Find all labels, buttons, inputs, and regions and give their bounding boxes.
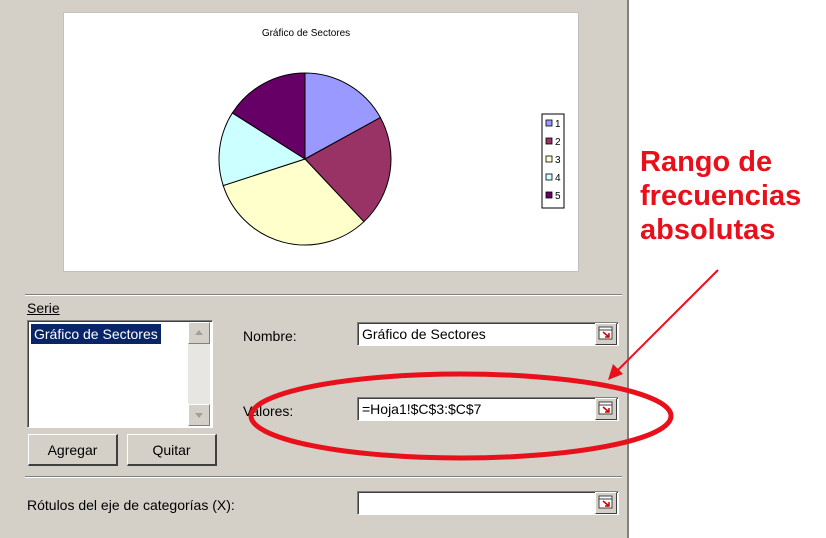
valores-field[interactable]: =Hoja1!$C$3:$C$7 — [357, 397, 619, 421]
quitar-button[interactable]: Quitar — [127, 434, 217, 466]
series-list[interactable]: Gráfico de Sectores — [27, 320, 213, 428]
nombre-label: Nombre: — [243, 328, 297, 344]
separator — [25, 294, 622, 296]
range-picker-icon — [598, 326, 613, 340]
serie-label-text: Serie — [27, 300, 60, 316]
annotation-line-2: frecuencias — [640, 180, 802, 212]
pie-slices — [218, 72, 392, 246]
legend-swatch-1 — [545, 119, 553, 127]
pie-chart: Gráfico de Sectores 1 2 3 4 5 — [218, 28, 565, 246]
annotation-line-3: absolutas — [640, 214, 776, 246]
chart-title: Gráfico de Sectores — [262, 28, 350, 39]
annotation-text: Rango de frecuencias absolutas — [640, 145, 801, 247]
rotulos-field[interactable] — [357, 491, 619, 515]
legend-label-4: 4 — [555, 173, 561, 184]
serie-label: Serie — [27, 300, 60, 316]
legend-swatch-3 — [545, 155, 553, 163]
legend-label-2: 2 — [555, 137, 561, 148]
legend-swatch-2 — [545, 137, 553, 145]
annotation-line-1: Rango de — [640, 146, 773, 178]
rotulos-label: Rótulos del eje de categorías (X): — [27, 497, 235, 513]
dialog-right-border — [627, 0, 630, 538]
legend-label-1: 1 — [555, 119, 561, 130]
scroll-down-button[interactable] — [188, 404, 210, 426]
legend-box — [541, 113, 565, 209]
range-picker-icon — [598, 401, 613, 415]
chart-legend: 1 2 3 4 5 — [541, 113, 565, 209]
scroll-down-icon — [195, 413, 203, 418]
legend-swatch-4 — [545, 173, 553, 181]
legend-label-5: 5 — [555, 191, 561, 202]
nombre-range-picker-button[interactable] — [595, 323, 617, 345]
legend-swatch-5 — [545, 191, 553, 199]
scroll-up-button[interactable] — [188, 322, 210, 344]
valores-range-picker-button[interactable] — [595, 398, 617, 420]
series-list-scrollbar[interactable] — [188, 322, 210, 426]
series-list-item[interactable]: Gráfico de Sectores — [31, 324, 161, 344]
legend-label-3: 3 — [555, 155, 561, 166]
rotulos-range-picker-button[interactable] — [595, 492, 617, 514]
separator — [25, 476, 622, 478]
nombre-field[interactable]: Gráfico de Sectores — [357, 322, 619, 346]
range-picker-icon — [598, 495, 613, 509]
agregar-button[interactable]: Agregar — [28, 434, 118, 466]
valores-label: Valores: — [243, 403, 294, 419]
scroll-up-icon — [195, 330, 203, 335]
annotation-arrow-line — [615, 269, 719, 373]
chart-preview: Gráfico de Sectores 1 2 3 4 5 — [63, 12, 579, 272]
